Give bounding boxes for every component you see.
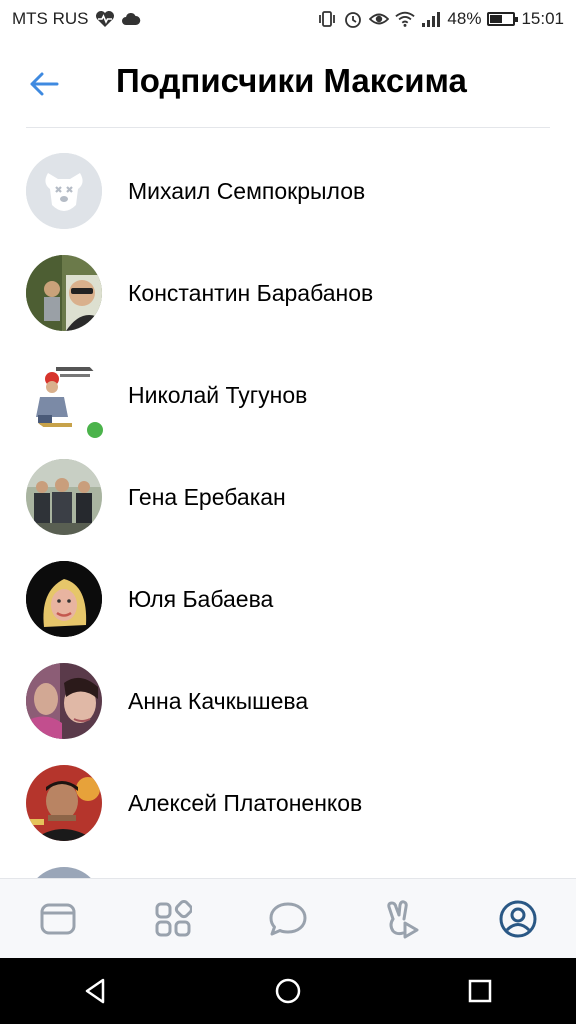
follower-name: Алексей Платоненков	[128, 789, 363, 816]
list-item[interactable]	[0, 854, 576, 878]
tab-profile[interactable]	[488, 889, 548, 949]
alarm-icon	[343, 9, 363, 29]
tab-news[interactable]	[28, 889, 88, 949]
clips-icon	[387, 900, 419, 939]
list-item[interactable]: Гена Еребакан	[0, 446, 576, 548]
avatar-photo	[26, 663, 102, 739]
news-icon	[40, 903, 76, 935]
avatar[interactable]	[26, 459, 102, 535]
avatar[interactable]	[26, 255, 102, 331]
list-item[interactable]: Михаил Семпокрылов	[0, 140, 576, 242]
system-back-button[interactable]	[66, 961, 126, 1021]
status-bar: MTS RUS 48% 15:01	[0, 0, 576, 38]
page-title: Подписчики Максима	[116, 62, 467, 99]
list-item[interactable]: Николай Тугунов	[0, 344, 576, 446]
header: Подписчики Максима	[0, 38, 576, 128]
home-circle-icon	[275, 978, 301, 1004]
carrier-label: MTS RUS	[12, 9, 89, 28]
recents-square-icon	[468, 979, 492, 1003]
follower-name: Константин Барабанов	[128, 279, 374, 306]
list-item[interactable]: Юля Бабаева	[0, 548, 576, 650]
follower-name: Гена Еребакан	[128, 483, 286, 510]
follower-name: Юля Бабаева	[128, 585, 274, 612]
follower-name: Анна Качкышева	[128, 687, 309, 714]
tab-services[interactable]	[143, 889, 203, 949]
system-recents-button[interactable]	[450, 961, 510, 1021]
tab-messages[interactable]	[258, 889, 318, 949]
avatar[interactable]	[26, 561, 102, 637]
services-icon	[155, 900, 192, 937]
tab-clips[interactable]	[373, 889, 433, 949]
back-button[interactable]	[24, 66, 64, 102]
signal-icon	[421, 9, 441, 29]
cloud-icon	[121, 9, 141, 29]
tab-bar	[0, 878, 576, 959]
online-indicator	[84, 419, 106, 441]
follower-name: Николай Тугунов	[128, 381, 308, 408]
avatar[interactable]	[26, 663, 102, 739]
wifi-icon	[395, 9, 416, 29]
profile-icon	[499, 900, 537, 938]
avatar[interactable]	[26, 765, 102, 841]
list-item[interactable]: Алексей Платоненков	[0, 752, 576, 854]
battery-icon	[487, 12, 519, 26]
list-item[interactable]: Анна Качкышева	[0, 650, 576, 752]
battery-percent: 48%	[447, 9, 482, 28]
list-item[interactable]: Константин Барабанов	[0, 242, 576, 344]
back-triangle-icon	[85, 978, 105, 1004]
eye-icon	[369, 9, 390, 29]
heart-pulse-icon	[95, 9, 115, 29]
follower-name: Михаил Семпокрылов	[128, 177, 366, 204]
avatar-photo	[26, 561, 102, 637]
avatar[interactable]	[26, 867, 102, 878]
followers-list[interactable]: Михаил Семпокрылов Константин Барабанов	[0, 128, 576, 878]
vibrate-icon	[317, 9, 337, 29]
clock: 15:01	[521, 9, 564, 28]
avatar-photo	[26, 255, 102, 331]
avatar-photo	[26, 459, 102, 535]
messages-icon	[269, 902, 307, 936]
back-arrow-icon	[30, 72, 59, 96]
system-nav-bar	[0, 958, 576, 1024]
avatar[interactable]	[26, 153, 102, 229]
deactivated-dog-icon	[26, 153, 102, 229]
system-home-button[interactable]	[258, 961, 318, 1021]
avatar-photo	[26, 765, 102, 841]
